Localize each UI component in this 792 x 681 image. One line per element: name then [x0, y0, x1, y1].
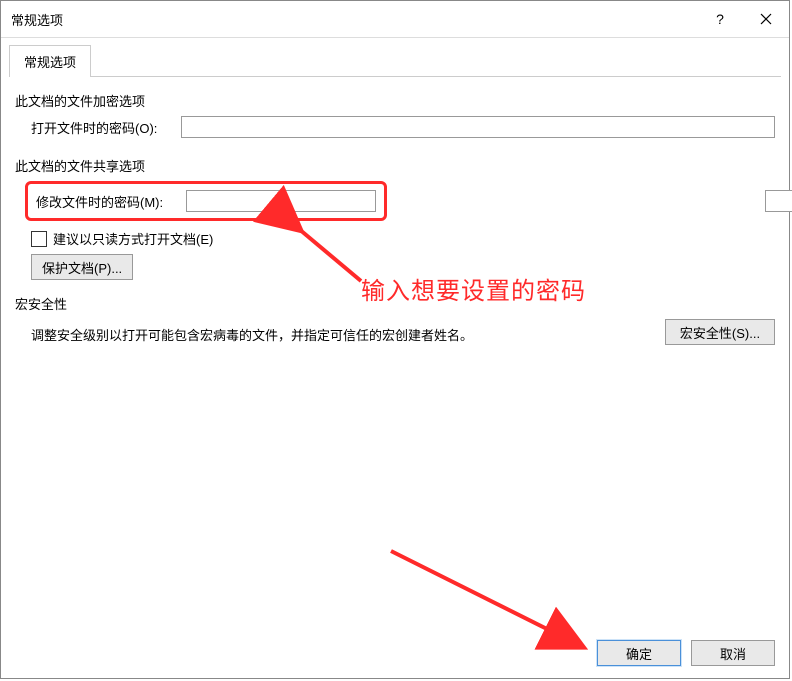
- modify-password-row: 修改文件时的密码(M):: [15, 181, 775, 221]
- share-section-label: 此文档的文件共享选项: [15, 156, 775, 175]
- window-title: 常规选项: [11, 10, 63, 29]
- titlebar: 常规选项 ?: [1, 1, 789, 38]
- open-password-input[interactable]: [181, 116, 775, 138]
- annotation-arrow-ok-icon: [381, 541, 601, 664]
- tabstrip: 常规选项: [9, 44, 789, 76]
- help-icon[interactable]: ?: [697, 1, 743, 37]
- dialog-footer: 确定 取消: [597, 640, 775, 666]
- close-icon[interactable]: [743, 1, 789, 37]
- readonly-label: 建议以只读方式打开文档(E): [53, 229, 213, 248]
- annotation-text: 输入想要设置的密码: [361, 271, 586, 306]
- window-controls: ?: [697, 1, 789, 37]
- macro-row: 调整安全级别以打开可能包含宏病毒的文件，并指定可信任的宏创建者姓名。 宏安全性(…: [15, 319, 775, 350]
- modify-password-label: 修改文件时的密码(M):: [36, 192, 186, 211]
- modify-password-input[interactable]: [186, 190, 376, 212]
- ok-button[interactable]: 确定: [597, 640, 681, 666]
- modify-password-input-ext[interactable]: [765, 190, 792, 212]
- readonly-checkbox[interactable]: [31, 231, 47, 247]
- cancel-button[interactable]: 取消: [691, 640, 775, 666]
- encrypt-section-label: 此文档的文件加密选项: [15, 91, 775, 110]
- open-password-row: 打开文件时的密码(O):: [15, 116, 775, 138]
- macro-description: 调整安全级别以打开可能包含宏病毒的文件，并指定可信任的宏创建者姓名。: [31, 325, 473, 344]
- dialog-window: 常规选项 ? 常规选项 此文档的文件加密选项 打开文件时的密码(O): 此文档的…: [0, 0, 790, 679]
- annotation-highlight-box: 修改文件时的密码(M):: [25, 181, 387, 221]
- protect-document-button[interactable]: 保护文档(P)...: [31, 254, 133, 280]
- macro-security-button[interactable]: 宏安全性(S)...: [665, 319, 775, 345]
- tab-general[interactable]: 常规选项: [9, 45, 91, 77]
- readonly-row: 建议以只读方式打开文档(E): [15, 229, 775, 248]
- open-password-label: 打开文件时的密码(O):: [31, 118, 181, 137]
- dialog-body: 此文档的文件加密选项 打开文件时的密码(O): 此文档的文件共享选项 修改文件时…: [9, 76, 781, 360]
